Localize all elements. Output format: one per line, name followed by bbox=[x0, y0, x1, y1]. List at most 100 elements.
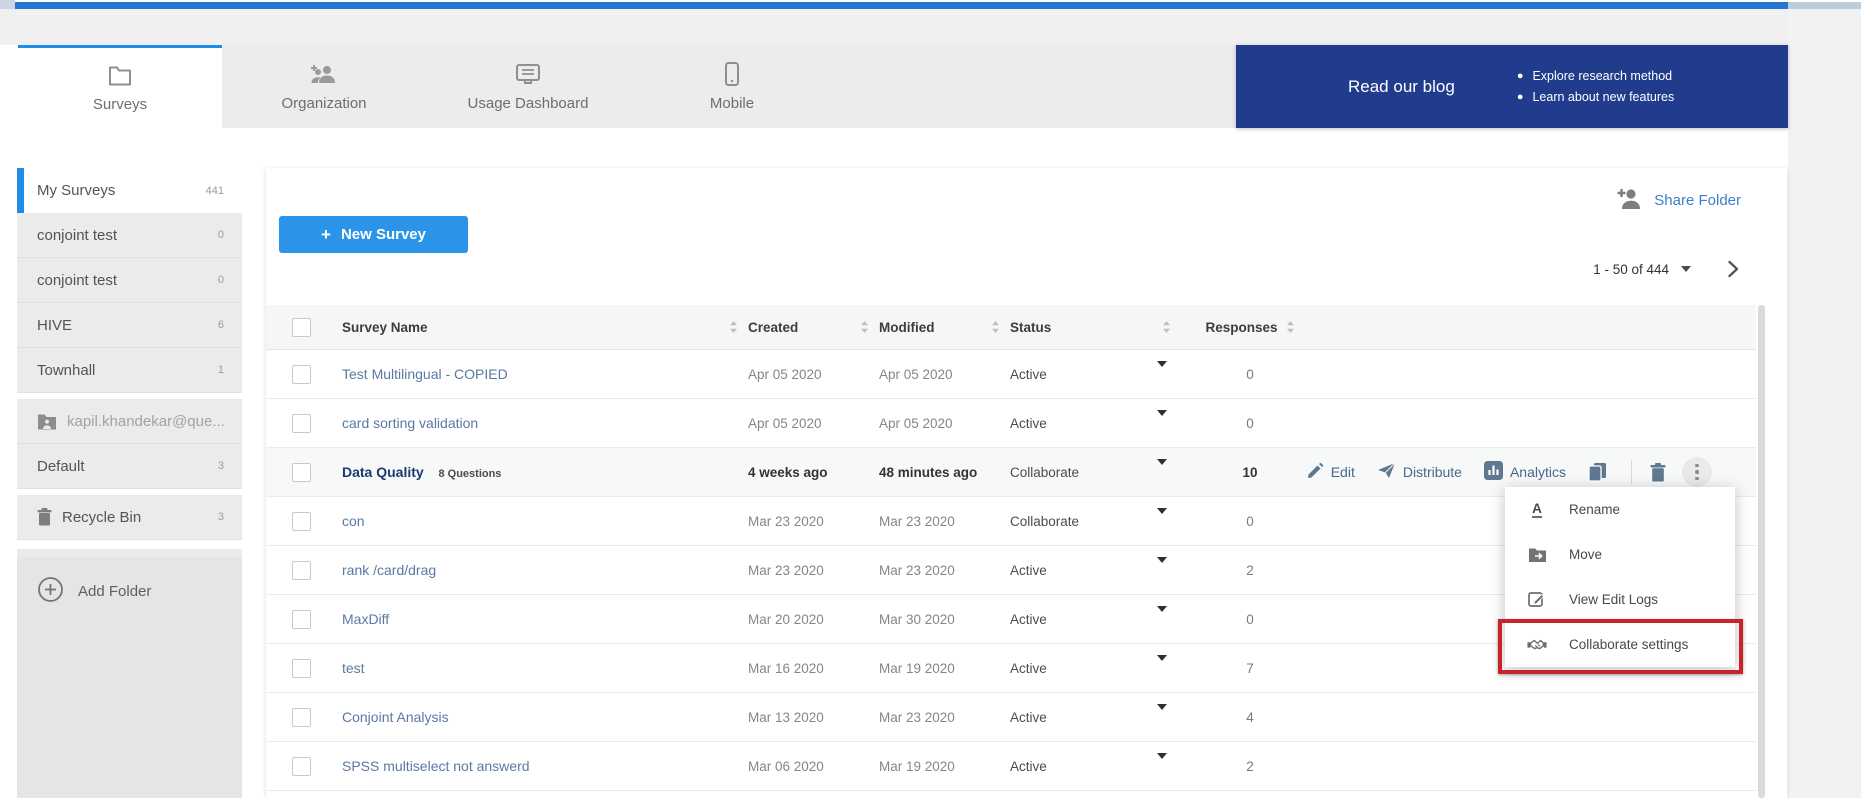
folder-count: 1 bbox=[218, 364, 224, 376]
modified-cell: Apr 05 2020 bbox=[879, 416, 1010, 431]
pencil-icon bbox=[1307, 462, 1324, 482]
survey-name-link[interactable]: MaxDiff bbox=[342, 611, 389, 627]
sidebar-item-default[interactable]: Default 3 bbox=[17, 444, 242, 489]
tab-label: Organization bbox=[281, 95, 366, 112]
sidebar-item-conjoint-test-1[interactable]: conjoint test 0 bbox=[17, 213, 242, 258]
menu-item-rename[interactable]: A Rename bbox=[1505, 487, 1735, 532]
survey-name-link[interactable]: Test Multilingual - COPIED bbox=[342, 366, 508, 382]
table-scrollbar[interactable] bbox=[1758, 305, 1765, 798]
blog-banner[interactable]: Read our blog ● Explore research method … bbox=[1236, 45, 1788, 128]
created-cell: Mar 23 2020 bbox=[748, 514, 879, 529]
status-value[interactable]: Collaborate bbox=[1010, 465, 1157, 480]
next-page-button[interactable] bbox=[1727, 260, 1739, 278]
sidebar-item-shared-folder[interactable]: kapil.khandekar@que... bbox=[17, 399, 242, 444]
new-survey-button[interactable]: + New Survey bbox=[279, 216, 468, 253]
sidebar-item-conjoint-test-2[interactable]: conjoint test 0 bbox=[17, 258, 242, 303]
sort-icon[interactable] bbox=[1162, 320, 1171, 334]
survey-name-link[interactable]: SPSS multiselect not answerd bbox=[342, 758, 530, 774]
select-all-checkbox[interactable] bbox=[292, 318, 311, 337]
share-folder-button[interactable]: Share Folder bbox=[1616, 188, 1741, 213]
row-checkbox[interactable] bbox=[292, 561, 311, 580]
tab-organization[interactable]: Organization bbox=[222, 45, 426, 128]
menu-item-move[interactable]: Move bbox=[1505, 532, 1735, 577]
sidebar-item-my-surveys[interactable]: My Surveys 441 bbox=[17, 168, 242, 213]
row-checkbox[interactable] bbox=[292, 512, 311, 531]
survey-name-link[interactable]: Data Quality bbox=[342, 464, 424, 480]
row-checkbox[interactable] bbox=[292, 659, 311, 678]
table-row[interactable]: card sorting validation Apr 05 2020 Apr … bbox=[266, 399, 1756, 448]
row-checkbox[interactable] bbox=[292, 414, 311, 433]
question-count-badge: 8 Questions bbox=[438, 468, 501, 480]
survey-name-link[interactable]: con bbox=[342, 513, 365, 529]
status-value[interactable]: Active bbox=[1010, 563, 1157, 578]
sort-icon[interactable] bbox=[729, 320, 738, 334]
dashboard-card-icon bbox=[515, 62, 541, 86]
status-dropdown-icon[interactable] bbox=[1157, 508, 1167, 529]
right-page-margin bbox=[1788, 9, 1861, 798]
copy-survey-icon[interactable] bbox=[1588, 462, 1607, 482]
banner-bullet: ● Learn about new features bbox=[1517, 90, 1674, 104]
sidebar-item-townhall[interactable]: Townhall 1 bbox=[17, 348, 242, 393]
status-dropdown-icon[interactable] bbox=[1157, 410, 1167, 431]
sidebar-item-recycle-bin[interactable]: Recycle Bin 3 bbox=[17, 495, 242, 540]
banner-bullet: ● Explore research method bbox=[1517, 69, 1674, 83]
bullet-dot: ● bbox=[1517, 91, 1524, 103]
delete-survey-icon[interactable] bbox=[1650, 463, 1666, 482]
menu-item-view-edit-logs[interactable]: View Edit Logs bbox=[1505, 577, 1735, 622]
more-options-button[interactable] bbox=[1682, 457, 1712, 487]
created-cell: Mar 06 2020 bbox=[748, 759, 879, 774]
survey-name-link[interactable]: rank /card/drag bbox=[342, 562, 436, 578]
row-checkbox[interactable] bbox=[292, 610, 311, 629]
survey-name-link[interactable]: test bbox=[342, 660, 365, 676]
status-value[interactable]: Active bbox=[1010, 416, 1157, 431]
created-cell: Apr 05 2020 bbox=[748, 416, 879, 431]
sidebar-item-hive[interactable]: HIVE 6 bbox=[17, 303, 242, 348]
status-value[interactable]: Active bbox=[1010, 612, 1157, 627]
main-tab-bar: Surveys Organization Usage Dashboard Mob… bbox=[18, 45, 1236, 128]
bullet-dot: ● bbox=[1517, 70, 1524, 82]
tab-surveys[interactable]: Surveys bbox=[18, 45, 222, 128]
analytics-button[interactable]: Analytics bbox=[1484, 461, 1566, 483]
tab-mobile[interactable]: Mobile bbox=[630, 45, 834, 128]
table-row[interactable]: Test Multilingual - COPIED Apr 05 2020 A… bbox=[266, 350, 1756, 399]
row-checkbox[interactable] bbox=[292, 708, 311, 727]
status-dropdown-icon[interactable] bbox=[1157, 361, 1167, 382]
sort-icon[interactable] bbox=[991, 320, 1000, 334]
red-highlight-box bbox=[1498, 619, 1743, 674]
sort-icon[interactable] bbox=[860, 320, 869, 334]
edit-button[interactable]: Edit bbox=[1307, 462, 1355, 482]
status-dropdown-icon[interactable] bbox=[1157, 704, 1167, 725]
sort-icon[interactable] bbox=[1286, 320, 1295, 334]
row-checkbox[interactable] bbox=[292, 365, 311, 384]
page-range-dropdown[interactable]: 1 - 50 of 444 bbox=[1593, 262, 1691, 277]
created-cell: Mar 23 2020 bbox=[748, 563, 879, 578]
created-cell: Mar 13 2020 bbox=[748, 710, 879, 725]
tab-usage-dashboard[interactable]: Usage Dashboard bbox=[426, 45, 630, 128]
status-dropdown-icon[interactable] bbox=[1157, 655, 1167, 676]
blog-banner-title[interactable]: Read our blog bbox=[1348, 77, 1455, 97]
status-value[interactable]: Active bbox=[1010, 367, 1157, 382]
status-dropdown-icon[interactable] bbox=[1157, 753, 1167, 774]
row-checkbox[interactable] bbox=[292, 757, 311, 776]
table-row[interactable]: SPSS multiselect not answerd Mar 06 2020… bbox=[266, 742, 1756, 791]
row-checkbox[interactable] bbox=[292, 463, 311, 482]
modified-cell: Mar 19 2020 bbox=[879, 759, 1010, 774]
people-add-icon bbox=[309, 62, 339, 86]
status-value[interactable]: Active bbox=[1010, 661, 1157, 676]
distribute-button[interactable]: Distribute bbox=[1377, 462, 1462, 482]
user-folder-icon bbox=[37, 413, 57, 430]
status-dropdown-icon[interactable] bbox=[1157, 557, 1167, 578]
survey-name-link[interactable]: Conjoint Analysis bbox=[342, 709, 449, 725]
table-row[interactable]: Conjoint Analysis Mar 13 2020 Mar 23 202… bbox=[266, 693, 1756, 742]
modified-cell: Mar 19 2020 bbox=[879, 661, 1010, 676]
status-value[interactable]: Active bbox=[1010, 759, 1157, 774]
survey-name-link[interactable]: card sorting validation bbox=[342, 415, 478, 431]
status-dropdown-icon[interactable] bbox=[1157, 606, 1167, 627]
blog-banner-bullets: ● Explore research method ● Learn about … bbox=[1517, 69, 1674, 104]
status-value[interactable]: Collaborate bbox=[1010, 514, 1157, 529]
share-person-icon bbox=[1616, 188, 1643, 213]
add-folder-button[interactable]: Add Folder bbox=[17, 557, 242, 625]
status-dropdown-icon[interactable] bbox=[1157, 459, 1167, 480]
modified-cell: 48 minutes ago bbox=[879, 465, 1010, 480]
status-value[interactable]: Active bbox=[1010, 710, 1157, 725]
